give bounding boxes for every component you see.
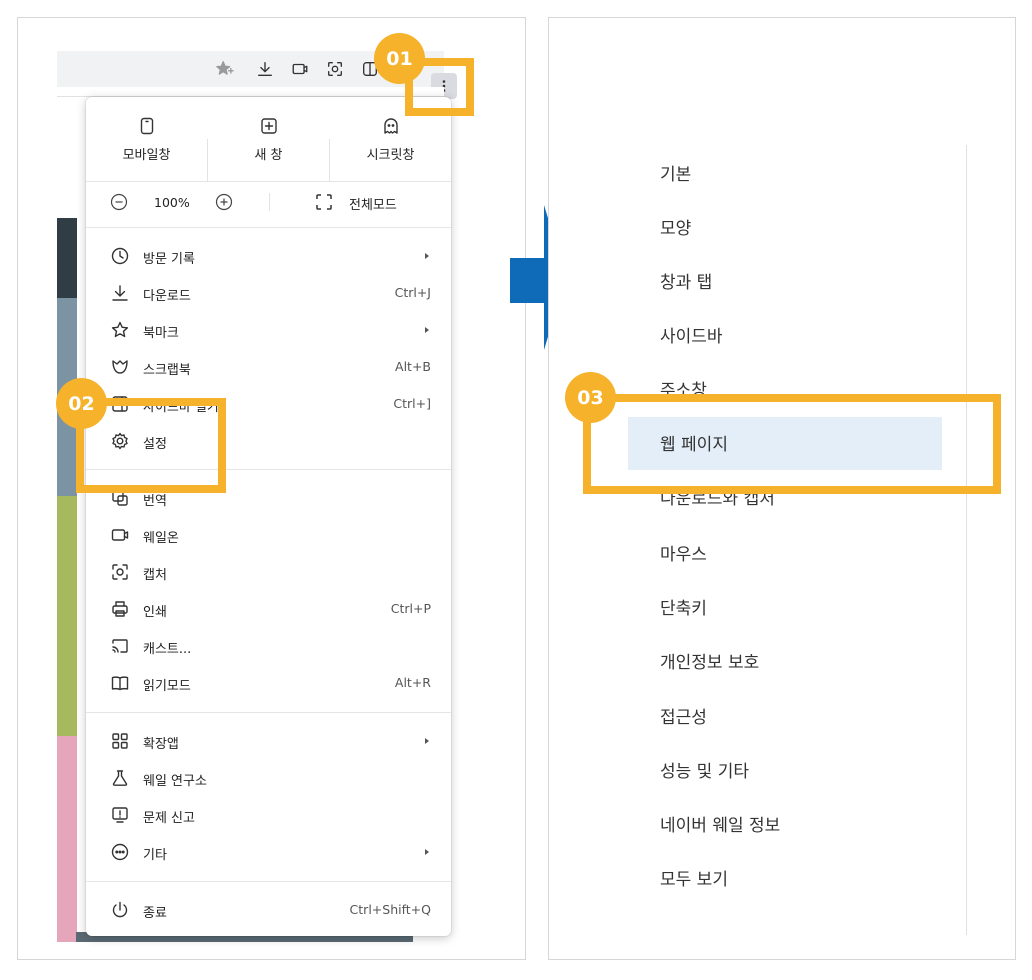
settings-nav-view-all[interactable]: 모두 보기 [660,865,728,890]
plus-circle-icon [215,193,233,211]
callout-badge-02: 02 [56,378,107,429]
menu-item-label: 읽기모드 [143,679,191,694]
power-icon [110,900,130,920]
video-call-icon [110,525,130,545]
settings-nav-sidebar[interactable]: 사이드바 [660,322,723,347]
settings-nav-appearance[interactable]: 모양 [660,214,691,239]
menu-item-downloads[interactable]: 다운로드 Ctrl+J [86,275,451,311]
menu-item-shortcut: Ctrl+P [390,601,431,616]
new-window-label: 새 창 [254,148,283,163]
menu-item-reading-mode[interactable]: 읽기모드 Alt+R [86,665,451,701]
menu-item-scrapbook[interactable]: 스크랩북 Alt+B [86,349,451,385]
extensions-grid-icon [110,731,130,751]
mobile-window-label: 모바일창 [122,148,171,163]
menu-item-cast[interactable]: 캐스트... [86,628,451,664]
menu-item-label: 스크랩북 [143,363,191,378]
menu-item-label: 다운로드 [143,289,191,304]
minus-circle-icon [110,193,128,211]
menu-item-extensions[interactable]: 확장앱 [86,723,451,759]
settings-nav-divider [966,145,967,935]
zoom-in-button[interactable] [215,193,233,211]
settings-nav-performance[interactable]: 성능 및 기타 [660,757,749,782]
menu-item-shortcut: Alt+R [394,675,431,690]
secret-window-label: 시크릿창 [366,148,415,163]
quick-window-row: 모바일창 새 창 시크릿창 [86,117,451,181]
settings-nav-shortcuts[interactable]: 단축키 [660,594,707,619]
page-background-strip [57,496,77,736]
clock-icon [110,246,130,266]
callout-box-web-page [583,394,1001,494]
mobile-window-icon [140,117,153,135]
more-horizontal-icon [110,842,130,862]
menu-item-label: 문제 신고 [143,811,195,826]
menu-item-label: 캡처 [143,568,167,583]
page-background-strip [57,218,77,298]
page-background-strip [57,736,77,942]
menu-item-exit[interactable]: 종료 Ctrl+Shift+Q [86,892,451,928]
menu-item-label: 확장앱 [143,737,179,752]
menu-item-whale-on[interactable]: 웨일온 [86,517,451,553]
menu-item-label: 방문 기록 [143,252,195,267]
zoom-out-button[interactable] [110,193,128,211]
callout-badge-03: 03 [565,372,616,423]
callout-badge-01: 01 [374,33,425,84]
star-icon [110,320,130,340]
zoom-level: 100% [154,195,190,210]
cast-icon [110,636,130,656]
divider [86,227,451,228]
menu-item-label: 캐스트... [143,642,192,657]
menu-item-label: 웨일 연구소 [143,774,207,789]
printer-icon [110,599,130,619]
menu-item-print[interactable]: 인쇄 Ctrl+P [86,591,451,627]
secret-window-button[interactable]: 시크릿창 [330,117,451,177]
menu-item-whale-lab[interactable]: 웨일 연구소 [86,760,451,796]
capture-icon[interactable] [323,51,347,87]
menu-item-label: 기타 [143,848,167,863]
new-window-button[interactable]: 새 창 [208,117,329,177]
capture-icon [110,562,130,582]
book-icon [110,673,130,693]
menu-item-label: 인쇄 [143,605,167,620]
settings-nav-basic[interactable]: 기본 [660,160,691,185]
zoom-row: 100% 전체모드 [86,181,451,229]
secret-window-icon [383,118,398,134]
menu-item-shortcut: Ctrl+J [394,285,431,300]
settings-nav-mouse[interactable]: 마우스 [660,540,707,565]
submenu-arrow-icon [425,327,429,333]
download-icon[interactable] [253,51,277,87]
menu-item-label: 종료 [143,906,167,921]
tab-strip-edge [57,87,444,97]
bookmark-star-icon[interactable] [213,51,237,87]
flask-icon [110,768,130,788]
whale-on-icon[interactable] [288,51,312,87]
menu-item-history[interactable]: 방문 기록 [86,238,451,274]
menu-item-shortcut: Ctrl+Shift+Q [349,902,431,917]
fullscreen-icon[interactable] [315,193,333,211]
submenu-arrow-icon [425,253,429,259]
settings-nav-about[interactable]: 네이버 웨일 정보 [660,811,780,836]
report-icon [110,805,130,825]
submenu-arrow-icon [425,849,429,855]
settings-nav-privacy[interactable]: 개인정보 보호 [660,648,759,673]
menu-item-label: 웨일온 [143,531,179,546]
fullscreen-label[interactable]: 전체모드 [349,194,397,213]
settings-nav-accessibility[interactable]: 접근성 [660,703,707,728]
submenu-arrow-icon [425,738,429,744]
browser-main-menu: 모바일창 새 창 시크릿창 100% 전체모드 방문 기록 다운로드 Ctrl+… [86,97,451,936]
menu-item-shortcut: Alt+B [395,359,431,374]
menu-item-shortcut: Ctrl+] [393,396,431,411]
divider [86,881,451,882]
divider [269,193,270,211]
download-icon [110,283,130,303]
menu-item-label: 북마크 [143,326,179,341]
menu-item-more[interactable]: 기타 [86,834,451,870]
scrapbook-icon [110,357,130,377]
menu-item-report-issue[interactable]: 문제 신고 [86,797,451,833]
new-window-icon [260,118,277,134]
mobile-window-button[interactable]: 모바일창 [86,117,207,177]
menu-item-bookmarks[interactable]: 북마크 [86,312,451,348]
settings-nav-windows-tabs[interactable]: 창과 탭 [660,268,712,293]
menu-item-capture[interactable]: 캡처 [86,554,451,590]
divider [86,712,451,713]
